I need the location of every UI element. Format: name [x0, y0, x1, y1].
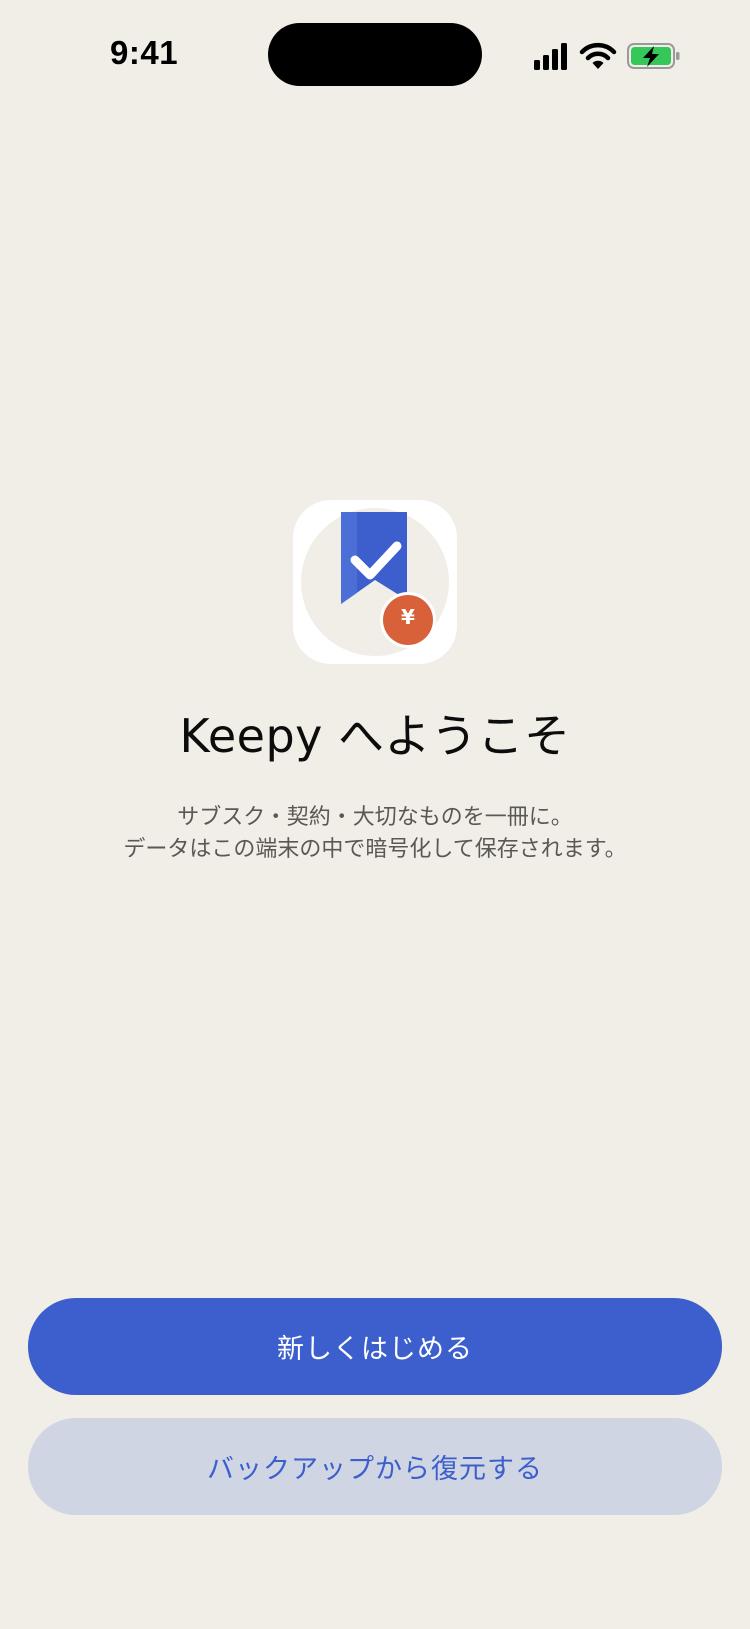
- yen-badge-symbol: ¥: [401, 605, 415, 629]
- welcome-description: サブスク・契約・大切なものを一冊に。 データはこの端末の中で暗号化して保存されま…: [0, 802, 750, 866]
- restore-button-label: バックアップから復元する: [207, 1454, 543, 1485]
- status-icons: [530, 40, 680, 72]
- description-line-2: データはこの端末の中で暗号化して保存されます。: [123, 837, 627, 862]
- wifi-icon: [579, 42, 617, 69]
- start-new-button-label: 新しくはじめる: [277, 1334, 473, 1365]
- battery-charging-icon: [627, 43, 680, 69]
- restore-from-backup-button[interactable]: バックアップから復元する: [28, 1418, 722, 1515]
- cellular-signal-icon: [534, 43, 567, 70]
- dynamic-island: [268, 23, 482, 86]
- description-line-1: サブスク・契約・大切なものを一冊に。: [177, 805, 573, 830]
- start-new-button[interactable]: 新しくはじめる: [28, 1298, 722, 1395]
- status-time: 9:41: [110, 34, 179, 71]
- welcome-title: Keepy へようこそ: [179, 709, 571, 763]
- status-bar: 9:41: [0, 0, 750, 110]
- keepy-app-icon: ¥: [293, 500, 457, 664]
